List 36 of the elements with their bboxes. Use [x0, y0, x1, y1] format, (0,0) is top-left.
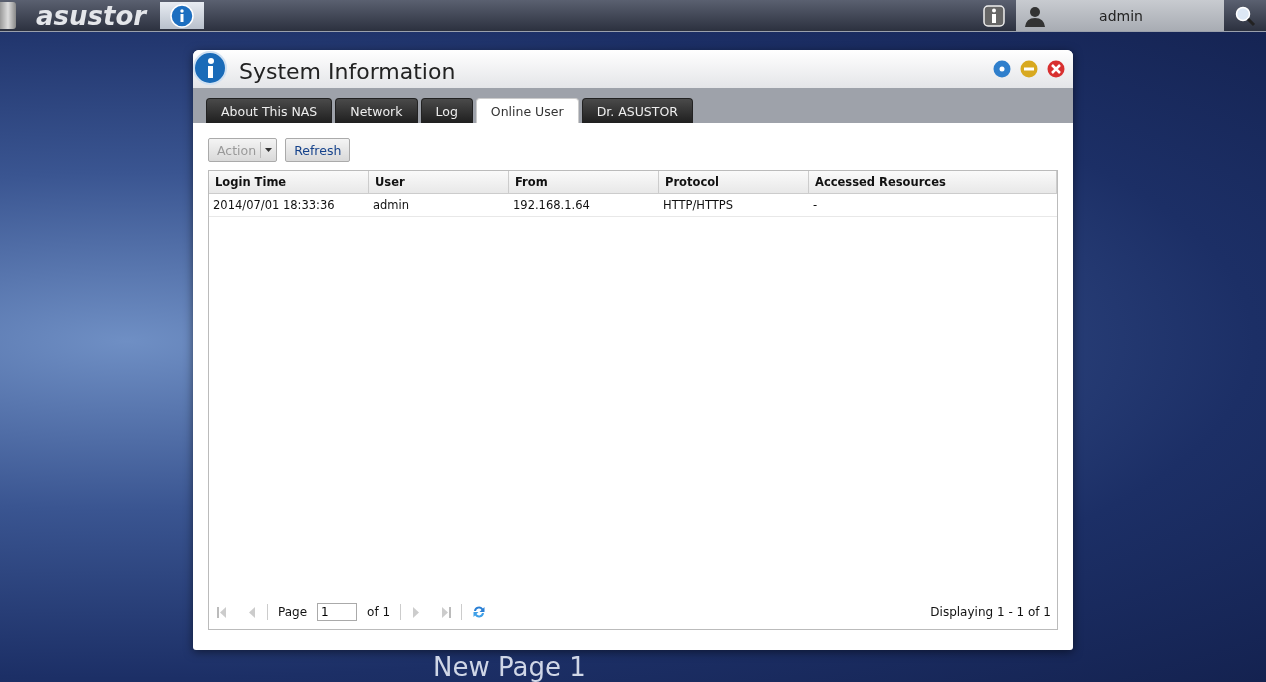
window-title: System Information	[239, 57, 457, 84]
logo: asustor	[35, 0, 149, 31]
info-icon	[983, 4, 1005, 27]
search-icon	[1234, 4, 1256, 27]
tab[interactable]: Network	[335, 98, 418, 123]
user-button[interactable]: admin	[1016, 0, 1224, 31]
table-cell-text: HTTP/HTTPS	[662, 197, 735, 214]
column-header[interactable]: From	[509, 171, 659, 193]
table-cell-text: 2014/07/01 18:33:36	[212, 197, 336, 214]
table-cell-text: 192.168.1.64	[512, 197, 591, 214]
user-icon	[1024, 4, 1046, 27]
app-button[interactable]	[160, 2, 205, 29]
column-header[interactable]: Protocol	[659, 171, 809, 193]
tab[interactable]: Online User	[475, 98, 579, 123]
status-text: Displaying 1 - 1 of 1	[930, 605, 1051, 619]
info-icon	[170, 3, 195, 28]
caret-icon	[265, 148, 273, 152]
table-cell-text: admin	[372, 197, 411, 214]
column-header[interactable]: Login Time	[209, 171, 369, 193]
tab[interactable]: About This NAS	[206, 98, 333, 123]
table-cell-text: -	[812, 197, 819, 214]
minimize-button[interactable]	[1020, 60, 1038, 78]
column-header[interactable]: Accessed Resources	[809, 171, 1057, 193]
page-input[interactable]: 1	[317, 603, 358, 621]
page-count: of 1	[367, 605, 391, 619]
refresh-icon[interactable]	[472, 605, 487, 619]
info-icon	[193, 51, 229, 87]
tab[interactable]: Dr. ASUSTOR	[581, 98, 693, 123]
taskbar-handle[interactable]	[0, 2, 16, 29]
tab[interactable]: Log	[420, 98, 473, 123]
refresh-button[interactable]: Refresh	[285, 138, 351, 162]
page-label: Page	[278, 605, 308, 619]
column-header[interactable]: User	[369, 171, 509, 193]
desktop-label[interactable]: New Page 1	[433, 652, 586, 682]
help-button[interactable]	[993, 60, 1011, 78]
close-button[interactable]	[1047, 60, 1065, 78]
